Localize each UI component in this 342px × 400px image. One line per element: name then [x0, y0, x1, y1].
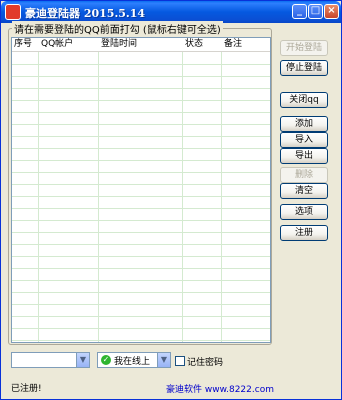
grid-line: [12, 76, 270, 77]
app-icon: [5, 4, 21, 20]
grid-line: [12, 100, 270, 101]
grid-line: [12, 316, 270, 317]
grid-line: [12, 148, 270, 149]
grid-line: [98, 52, 99, 342]
chevron-down-icon[interactable]: ▼: [76, 353, 89, 367]
grid-line: [12, 184, 270, 185]
stop-login-button[interactable]: 停止登陆: [280, 60, 328, 76]
register-button[interactable]: 注册: [280, 225, 328, 241]
grid-line: [12, 268, 270, 269]
chevron-down-icon[interactable]: ▼: [157, 353, 170, 367]
online-status-value: 我在线上: [114, 357, 151, 367]
grid-line: [12, 172, 270, 173]
grid-line: [12, 232, 270, 233]
grid-line: [12, 328, 270, 329]
grid-line: [12, 340, 270, 341]
grid-line: [12, 196, 270, 197]
maximize-button[interactable]: □: [308, 4, 323, 19]
minimize-button[interactable]: _: [292, 4, 307, 19]
grid-line: [182, 52, 183, 342]
grid-line: [12, 304, 270, 305]
options-button[interactable]: 选项: [280, 204, 328, 220]
grid-line: [38, 52, 39, 342]
website-link[interactable]: 豪迪软件 www.8222.com: [166, 382, 274, 395]
grid-line: [12, 292, 270, 293]
remember-password-checkbox[interactable]: [175, 356, 185, 366]
grid-line: [12, 88, 270, 89]
delete-button[interactable]: 删除: [280, 167, 328, 183]
table-header: 序号 QQ帐户 登陆时间 状态 备注: [12, 38, 270, 52]
import-button[interactable]: 导入: [280, 132, 328, 148]
column-header-index[interactable]: 序号: [12, 38, 39, 52]
grid-line: [12, 160, 270, 161]
online-status-icon: ✓: [101, 355, 111, 365]
online-status-select[interactable]: ✓ 我在线上 ▼: [97, 352, 171, 368]
grid-line: [12, 124, 270, 125]
column-header-qq-account[interactable]: QQ帐户: [39, 38, 99, 52]
grid-line: [221, 52, 222, 342]
group-label: 请在需要登陆的QQ前面打勾 (鼠标右键可全选): [12, 21, 223, 36]
grid-line: [12, 220, 270, 221]
window-title: 豪迪登陆器 2015.5.14: [25, 7, 146, 20]
close-button[interactable]: ×: [324, 4, 339, 19]
title-bar[interactable]: 豪迪登陆器 2015.5.14 _ □ ×: [1, 1, 341, 23]
add-button[interactable]: 添加: [280, 116, 328, 132]
grid-line: [12, 256, 270, 257]
grid-line: [12, 136, 270, 137]
start-login-button[interactable]: 开始登陆: [280, 40, 328, 56]
account-table[interactable]: 序号 QQ帐户 登陆时间 状态 备注: [11, 37, 271, 343]
export-button[interactable]: 导出: [280, 148, 328, 164]
grid-line: [12, 244, 270, 245]
grid-line: [12, 112, 270, 113]
column-header-status[interactable]: 状态: [183, 38, 222, 52]
clear-button[interactable]: 清空: [280, 183, 328, 199]
main-window: 豪迪登陆器 2015.5.14 _ □ × 请在需要登陆的QQ前面打勾 (鼠标右…: [0, 0, 342, 400]
remember-password-label[interactable]: 记住密码: [187, 355, 223, 368]
grid-line: [12, 280, 270, 281]
account-select[interactable]: ▼: [11, 352, 90, 368]
close-qq-button[interactable]: 关闭qq: [280, 92, 328, 108]
grid-line: [12, 208, 270, 209]
registration-status: 已注册!: [11, 384, 42, 394]
grid-line: [12, 64, 270, 65]
column-header-note[interactable]: 备注: [222, 38, 270, 52]
column-header-login-time[interactable]: 登陆时间: [99, 38, 183, 52]
